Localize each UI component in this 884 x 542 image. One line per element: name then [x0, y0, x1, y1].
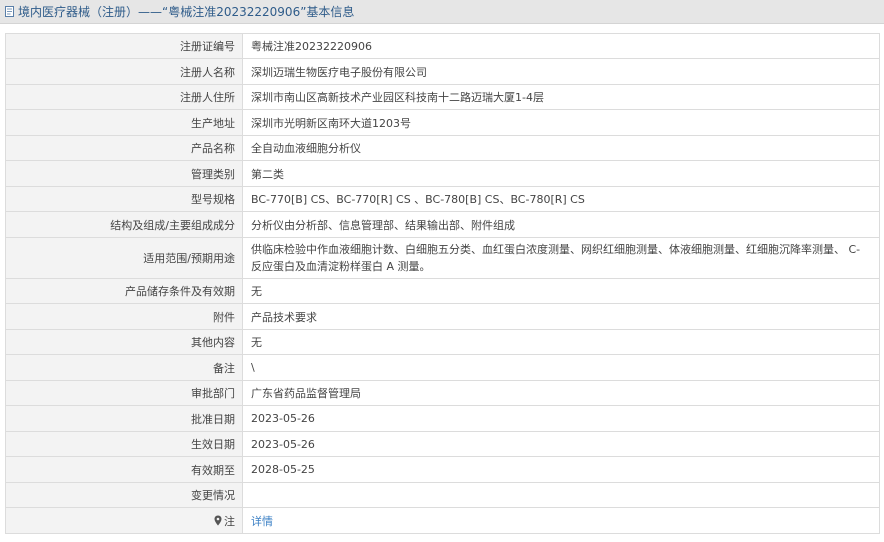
value-structure: 分析仪由分析部、信息管理部、结果输出部、附件组成 [243, 212, 880, 238]
row-registrant-name: 注册人名称 深圳迈瑞生物医疗电子股份有限公司 [6, 59, 880, 85]
row-product-name: 产品名称 全自动血液细胞分析仪 [6, 136, 880, 161]
label-remark: 备注 [6, 355, 243, 381]
row-storage: 产品储存条件及有效期 无 [6, 279, 880, 304]
row-remark: 备注 \ [6, 355, 880, 381]
label-model-spec: 型号规格 [6, 187, 243, 212]
label-effective-date: 生效日期 [6, 432, 243, 457]
label-registration-number: 注册证编号 [6, 34, 243, 59]
label-note-cell: 注 [6, 508, 243, 534]
label-approval-dept: 审批部门 [6, 381, 243, 406]
row-management-class: 管理类别 第二类 [6, 161, 880, 187]
label-valid-until: 有效期至 [6, 457, 243, 483]
label-registrant-address: 注册人住所 [6, 85, 243, 110]
row-approval-dept: 审批部门 广东省药品监督管理局 [6, 381, 880, 406]
value-registration-number: 粤械注准20232220906 [243, 34, 880, 59]
row-registrant-address: 注册人住所 深圳市南山区高新技术产业园区科技南十二路迈瑞大厦1-4层 [6, 85, 880, 110]
label-attachment: 附件 [6, 304, 243, 330]
label-other: 其他内容 [6, 330, 243, 355]
value-attachment: 产品技术要求 [243, 304, 880, 330]
label-registrant-name: 注册人名称 [6, 59, 243, 85]
label-change-history: 变更情况 [6, 483, 243, 508]
value-approval-dept: 广东省药品监督管理局 [243, 381, 880, 406]
row-intended-use: 适用范围/预期用途 供临床检验中作血液细胞计数、白细胞五分类、血红蛋白浓度测量、… [6, 238, 880, 279]
page-title: 境内医疗器械（注册）——“粤械注准20232220906”基本信息 [18, 5, 355, 19]
document-icon [5, 6, 14, 17]
label-management-class: 管理类别 [6, 161, 243, 187]
label-structure: 结构及组成/主要组成成分 [6, 212, 243, 238]
label-storage: 产品储存条件及有效期 [6, 279, 243, 304]
label-note: 注 [224, 514, 235, 528]
label-approval-date: 批准日期 [6, 406, 243, 432]
value-note-cell: 详情 [243, 508, 880, 534]
value-model-spec: BC-770[B] CS、BC-770[R] CS 、BC-780[B] CS、… [243, 187, 880, 212]
row-structure: 结构及组成/主要组成成分 分析仪由分析部、信息管理部、结果输出部、附件组成 [6, 212, 880, 238]
row-production-address: 生产地址 深圳市光明新区南环大道1203号 [6, 110, 880, 136]
value-production-address: 深圳市光明新区南环大道1203号 [243, 110, 880, 136]
value-effective-date: 2023-05-26 [243, 432, 880, 457]
value-product-name: 全自动血液细胞分析仪 [243, 136, 880, 161]
row-approval-date: 批准日期 2023-05-26 [6, 406, 880, 432]
row-registration-number: 注册证编号 粤械注准20232220906 [6, 34, 880, 59]
info-table: 注册证编号 粤械注准20232220906 注册人名称 深圳迈瑞生物医疗电子股份… [5, 33, 880, 534]
value-change-history [243, 483, 880, 508]
value-management-class: 第二类 [243, 161, 880, 187]
value-storage: 无 [243, 279, 880, 304]
row-valid-until: 有效期至 2028-05-25 [6, 457, 880, 483]
value-registrant-name: 深圳迈瑞生物医疗电子股份有限公司 [243, 59, 880, 85]
label-production-address: 生产地址 [6, 110, 243, 136]
row-model-spec: 型号规格 BC-770[B] CS、BC-770[R] CS 、BC-780[B… [6, 187, 880, 212]
value-valid-until: 2028-05-25 [243, 457, 880, 483]
details-link[interactable]: 详情 [251, 513, 273, 529]
map-pin-icon [214, 515, 222, 526]
value-intended-use: 供临床检验中作血液细胞计数、白细胞五分类、血红蛋白浓度测量、网织红细胞测量、体液… [243, 238, 880, 279]
row-effective-date: 生效日期 2023-05-26 [6, 432, 880, 457]
page-header: 境内医疗器械（注册）——“粤械注准20232220906”基本信息 [0, 0, 884, 24]
row-attachment: 附件 产品技术要求 [6, 304, 880, 330]
value-approval-date: 2023-05-26 [243, 406, 880, 432]
value-other: 无 [243, 330, 880, 355]
label-product-name: 产品名称 [6, 136, 243, 161]
row-other: 其他内容 无 [6, 330, 880, 355]
label-intended-use: 适用范围/预期用途 [6, 238, 243, 279]
value-remark: \ [243, 355, 880, 381]
row-change-history: 变更情况 [6, 483, 880, 508]
row-note: 注 详情 [6, 508, 880, 534]
value-registrant-address: 深圳市南山区高新技术产业园区科技南十二路迈瑞大厦1-4层 [243, 85, 880, 110]
